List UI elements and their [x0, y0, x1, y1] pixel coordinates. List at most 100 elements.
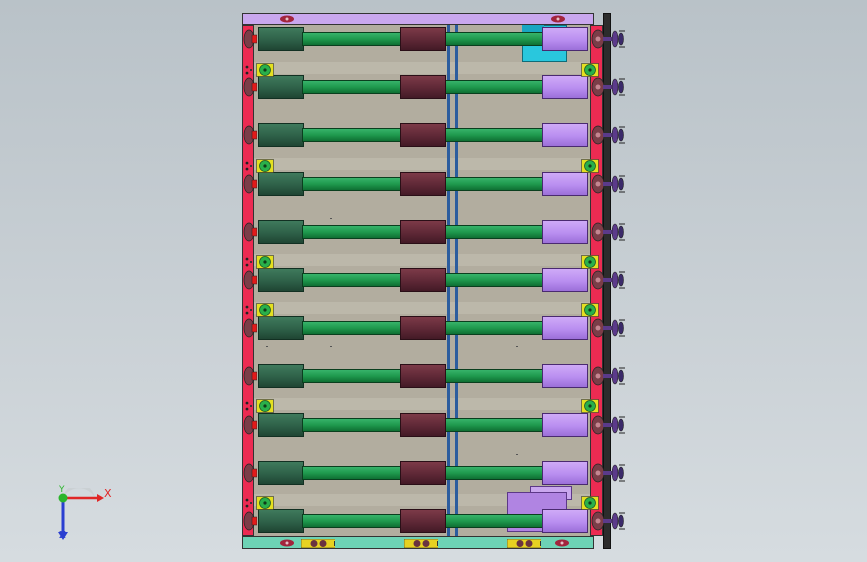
- triad-y-label: Y: [59, 485, 65, 495]
- debris-mark: [266, 346, 268, 347]
- bearing-right[interactable]: [581, 63, 599, 77]
- roller-drum: [258, 316, 304, 340]
- bottom-chain-guide[interactable]: [404, 539, 438, 548]
- bed-strip: [254, 158, 590, 170]
- rail-bolt-holes: [245, 161, 252, 171]
- roller-end-cap-left[interactable]: [243, 365, 257, 387]
- bearing-left[interactable]: [256, 255, 274, 269]
- rail-bolt-holes: [245, 498, 252, 508]
- conveyor-roller[interactable]: [258, 316, 588, 340]
- bearing-right[interactable]: [581, 496, 599, 510]
- roller-hub: [400, 27, 446, 51]
- roller-drum: [258, 172, 304, 196]
- roller-motor: [542, 75, 588, 99]
- bottom-chain-guide[interactable]: [507, 539, 541, 548]
- drive-sprocket[interactable]: [603, 124, 627, 146]
- debris-mark: [516, 454, 518, 455]
- bed-strip: [254, 302, 590, 314]
- conveyor-roller[interactable]: [258, 461, 588, 485]
- graphics-viewport[interactable]: X Y Z: [0, 0, 867, 562]
- triad-z-label: Z: [59, 530, 66, 541]
- roller-motor: [542, 316, 588, 340]
- roller-drum: [258, 268, 304, 292]
- bearing-left[interactable]: [256, 399, 274, 413]
- drive-sprocket[interactable]: [603, 221, 627, 243]
- roller-hub: [400, 75, 446, 99]
- conveyor-roller[interactable]: [258, 27, 588, 51]
- drive-sprocket[interactable]: [603, 365, 627, 387]
- conveyor-roller[interactable]: [258, 413, 588, 437]
- roller-hub: [400, 413, 446, 437]
- drive-sprocket[interactable]: [603, 317, 627, 339]
- roller-end-cap-left[interactable]: [243, 462, 257, 484]
- roller-end-cap-left[interactable]: [243, 510, 257, 532]
- debris-mark: [330, 346, 332, 347]
- conveyor-roller[interactable]: [258, 268, 588, 292]
- top-plate-logo-left: [280, 15, 294, 23]
- bottom-plate-logo-left: [280, 539, 294, 547]
- drive-sprocket[interactable]: [603, 28, 627, 50]
- drive-sprocket[interactable]: [603, 462, 627, 484]
- roller-motor: [542, 172, 588, 196]
- bearing-right[interactable]: [581, 159, 599, 173]
- bearing-left[interactable]: [256, 63, 274, 77]
- roller-hub: [400, 509, 446, 533]
- drive-sprocket[interactable]: [603, 510, 627, 532]
- roller-drum: [258, 75, 304, 99]
- roller-end-cap-left[interactable]: [243, 269, 257, 291]
- conveyor-roller[interactable]: [258, 75, 588, 99]
- roller-motor: [542, 220, 588, 244]
- bearing-left[interactable]: [256, 496, 274, 510]
- rail-bolt-holes: [245, 257, 252, 267]
- roller-drum: [258, 220, 304, 244]
- roller-drum: [258, 509, 304, 533]
- roller-drum: [258, 27, 304, 51]
- roller-drum: [258, 413, 304, 437]
- conveyor-roller[interactable]: [258, 123, 588, 147]
- bearing-left[interactable]: [256, 303, 274, 317]
- roller-hub: [400, 364, 446, 388]
- roller-hub: [400, 461, 446, 485]
- roller-drum: [258, 461, 304, 485]
- roller-hub: [400, 268, 446, 292]
- bearing-left[interactable]: [256, 159, 274, 173]
- roller-hub: [400, 123, 446, 147]
- drive-sprocket[interactable]: [603, 414, 627, 436]
- roller-end-cap-left[interactable]: [243, 28, 257, 50]
- conveyor-roller[interactable]: [258, 509, 588, 533]
- bearing-right[interactable]: [581, 399, 599, 413]
- roller-end-cap-left[interactable]: [243, 173, 257, 195]
- bottom-chain-guide[interactable]: [301, 539, 335, 548]
- debris-mark: [516, 346, 518, 347]
- rail-bolt-holes: [245, 401, 252, 411]
- conveyor-roller[interactable]: [258, 364, 588, 388]
- bearing-right[interactable]: [581, 255, 599, 269]
- conveyor-roller[interactable]: [258, 220, 588, 244]
- roller-end-cap-left[interactable]: [243, 414, 257, 436]
- bearing-right[interactable]: [581, 303, 599, 317]
- debris-mark: [330, 218, 332, 219]
- top-plate-logo-right: [551, 15, 565, 23]
- triad-x-label: X: [104, 487, 112, 500]
- roller-drum: [258, 364, 304, 388]
- roller-hub: [400, 316, 446, 340]
- roller-drum: [258, 123, 304, 147]
- roller-end-cap-left[interactable]: [243, 124, 257, 146]
- rail-bolt-holes: [245, 305, 252, 315]
- roller-end-cap-left[interactable]: [243, 317, 257, 339]
- conveyor-roller[interactable]: [258, 172, 588, 196]
- roller-end-cap-left[interactable]: [243, 76, 257, 98]
- roller-motor: [542, 123, 588, 147]
- roller-motor: [542, 509, 588, 533]
- roller-motor: [542, 364, 588, 388]
- bed-strip: [254, 254, 590, 266]
- drive-sprocket[interactable]: [603, 173, 627, 195]
- roller-motor: [542, 413, 588, 437]
- roller-hub: [400, 172, 446, 196]
- roller-motor: [542, 461, 588, 485]
- drive-sprocket[interactable]: [603, 269, 627, 291]
- roller-motor: [542, 268, 588, 292]
- drive-sprocket[interactable]: [603, 76, 627, 98]
- roller-end-cap-left[interactable]: [243, 221, 257, 243]
- roller-hub: [400, 220, 446, 244]
